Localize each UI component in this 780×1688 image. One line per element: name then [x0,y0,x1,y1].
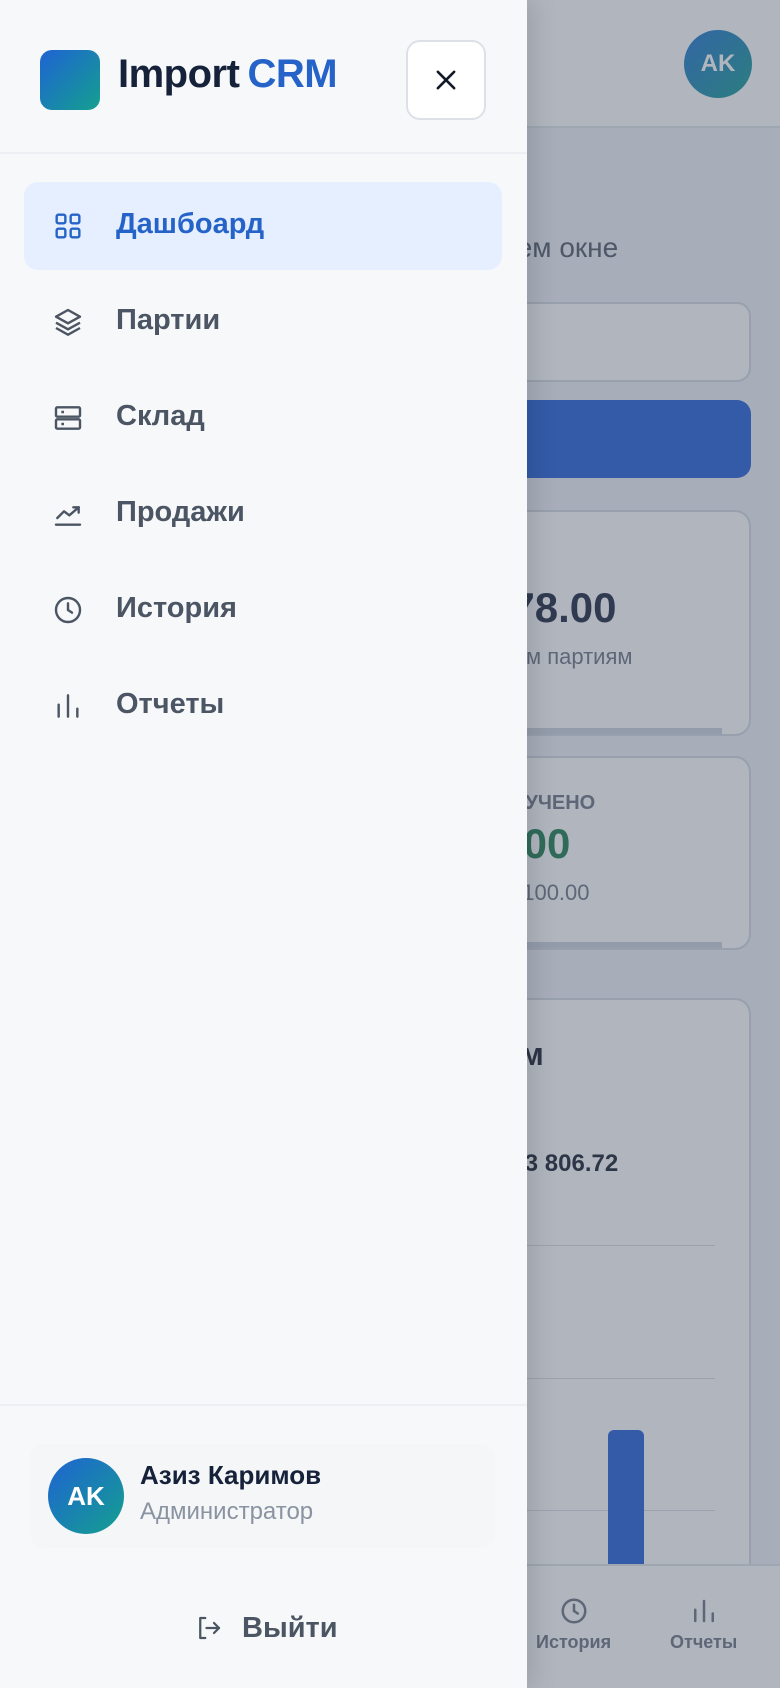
nav-item-dashboard[interactable]: Дашбоард [24,182,502,270]
trend-icon [52,498,84,530]
user-name: Азиз Каримов [140,1460,322,1490]
close-icon [436,70,456,90]
logo-icon [40,50,100,110]
brand-part-1: Import [118,52,240,96]
nav-item-label: Дашбоард [116,208,265,240]
logout-icon [199,1616,221,1640]
clock-icon [52,594,84,626]
brand-name: Import CRM [118,52,338,97]
nav-item-label: Продажи [116,496,245,528]
drawer-nav: Дашбоард Партии Склад Продажи История От… [24,182,502,758]
nav-item-sales[interactable]: Продажи [24,470,502,558]
grid-icon [52,210,84,242]
nav-item-reports[interactable]: Отчеты [24,662,502,750]
user-profile-card[interactable]: AK Азиз Каримов Администратор [30,1444,495,1548]
user-role: Администратор [140,1498,314,1525]
nav-item-label: Партии [116,304,221,336]
nav-item-label: Отчеты [116,688,225,720]
nav-item-label: Склад [116,400,205,432]
nav-item-label: История [116,592,237,624]
close-drawer-button[interactable] [406,40,486,120]
logout-button[interactable]: Выйти [194,1606,338,1650]
warehouse-icon [52,402,84,434]
bar-chart-icon [52,690,84,722]
drawer-footer: AK Азиз Каримов Администратор Выйти [0,1404,527,1688]
nav-item-batches[interactable]: Партии [24,278,502,366]
brand-part-2: CRM [247,52,338,96]
drawer-header: Import CRM [0,0,527,154]
nav-item-warehouse[interactable]: Склад [24,374,502,462]
nav-item-history[interactable]: История [24,566,502,654]
layers-icon [52,306,84,338]
avatar: AK [48,1458,124,1534]
logout-label: Выйти [242,1611,338,1644]
nav-drawer: Import CRM Дашбоард Партии Склад Продажи… [0,0,527,1688]
